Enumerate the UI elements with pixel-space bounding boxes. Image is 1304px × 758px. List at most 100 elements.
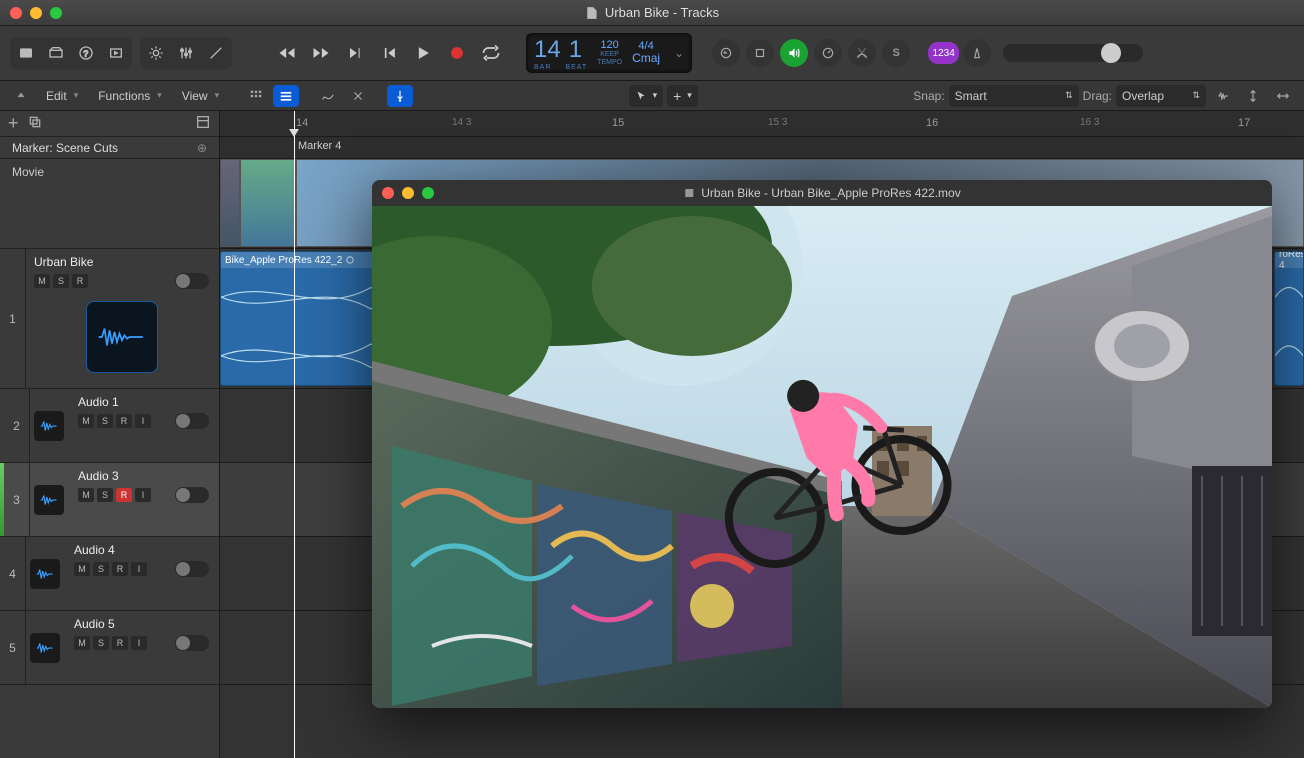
track-name[interactable]: Audio 4: [74, 543, 209, 557]
mute-button[interactable]: M: [34, 274, 50, 288]
add-tool-dropdown[interactable]: +▾: [667, 85, 698, 107]
flex-button[interactable]: [345, 85, 371, 107]
functions-menu[interactable]: Functions: [90, 85, 170, 107]
smart-controls-button[interactable]: [142, 39, 170, 67]
movie-window-titlebar[interactable]: Urban Bike - Urban Bike_Apple ProRes 422…: [372, 180, 1272, 206]
input-monitor-button[interactable]: I: [131, 636, 147, 650]
solo-button[interactable]: S: [97, 414, 113, 428]
replace-mode-button[interactable]: [712, 39, 740, 67]
movie-close-button[interactable]: [382, 187, 394, 199]
solo-button[interactable]: S: [97, 488, 113, 502]
lcd-display[interactable]: 14 1 BAR BEAT 120 KEEP TEMPO 4/4 Cmaj ⌄: [526, 33, 692, 73]
record-enable-button[interactable]: R: [72, 274, 88, 288]
track-name[interactable]: Audio 5: [74, 617, 209, 631]
track-icon[interactable]: [30, 559, 60, 589]
movie-zoom-button[interactable]: [422, 187, 434, 199]
global-tracks-button[interactable]: [195, 114, 211, 133]
marker-label[interactable]: Marker 4: [298, 140, 341, 152]
go-to-start-button[interactable]: [372, 38, 406, 68]
mute-button[interactable]: M: [74, 562, 90, 576]
view-menu[interactable]: View: [174, 85, 227, 107]
rewind-button[interactable]: [270, 38, 304, 68]
record-enable-button[interactable]: R: [112, 636, 128, 650]
track-toggle[interactable]: [175, 413, 209, 429]
track-header-1[interactable]: 1 Urban Bike M S R: [0, 249, 219, 389]
track-toggle[interactable]: [175, 561, 209, 577]
track-header-3[interactable]: 3 Audio 3 M S R I: [0, 463, 219, 537]
grid-view-button[interactable]: [243, 85, 269, 107]
track-name[interactable]: Urban Bike: [34, 255, 209, 269]
toolbar-button[interactable]: [102, 39, 130, 67]
catch-button[interactable]: [387, 85, 413, 107]
vertical-zoom-button[interactable]: [1240, 85, 1266, 107]
track-toggle[interactable]: [175, 487, 209, 503]
playhead[interactable]: [294, 111, 295, 758]
mute-button[interactable]: M: [78, 414, 94, 428]
solo-mode-button[interactable]: S: [882, 39, 910, 67]
waveform-zoom-button[interactable]: [1210, 85, 1236, 107]
lcd-dropdown-icon[interactable]: ⌄: [674, 46, 684, 60]
lcd-tempo-value[interactable]: 120: [600, 39, 618, 51]
master-volume-button[interactable]: [780, 39, 808, 67]
zoom-window-button[interactable]: [50, 7, 62, 19]
record-enable-button[interactable]: R: [112, 562, 128, 576]
record-enable-button[interactable]: R: [116, 414, 132, 428]
movie-track-header[interactable]: Movie: [0, 159, 219, 249]
track-toggle[interactable]: [175, 635, 209, 651]
cycle-button[interactable]: [474, 38, 508, 68]
tuner-button[interactable]: [814, 39, 842, 67]
close-window-button[interactable]: [10, 7, 22, 19]
low-latency-button[interactable]: [746, 39, 774, 67]
library-button[interactable]: [12, 39, 40, 67]
solo-button[interactable]: S: [93, 562, 109, 576]
lcd-bar-value[interactable]: 14: [534, 36, 561, 64]
mute-button[interactable]: M: [74, 636, 90, 650]
mixer-button[interactable]: [172, 39, 200, 67]
track-icon[interactable]: [34, 485, 64, 515]
add-track-button[interactable]: +: [8, 113, 19, 134]
input-monitor-button[interactable]: I: [131, 562, 147, 576]
movie-minimize-button[interactable]: [402, 187, 414, 199]
track-header-5[interactable]: 5 Audio 5 M S R I: [0, 611, 219, 685]
play-button[interactable]: [406, 38, 440, 68]
automation-button[interactable]: [315, 85, 341, 107]
track-name[interactable]: Audio 3: [78, 469, 209, 483]
forward-button[interactable]: [304, 38, 338, 68]
marker-track-header[interactable]: Marker: Scene Cuts ⊕: [0, 137, 219, 159]
input-monitor-button[interactable]: I: [135, 414, 151, 428]
metronome-button[interactable]: [963, 39, 991, 67]
lcd-beat-value[interactable]: 1: [569, 36, 582, 64]
inspector-button[interactable]: [42, 39, 70, 67]
up-arrow-button[interactable]: [8, 85, 34, 107]
record-enable-button[interactable]: R: [116, 488, 132, 502]
pointer-tool-dropdown[interactable]: ▾: [629, 85, 664, 107]
edit-menu[interactable]: Edit: [38, 85, 86, 107]
timeline-marker-lane[interactable]: Marker 4: [220, 137, 1304, 159]
mute-button[interactable]: M: [78, 488, 94, 502]
timeline-ruler[interactable]: 14 14 3 15 15 3 16 16 3 17: [220, 111, 1304, 137]
count-in-button[interactable]: [848, 39, 876, 67]
editor-button[interactable]: [202, 39, 230, 67]
count-display[interactable]: 1234: [928, 42, 959, 64]
help-button[interactable]: ?: [72, 39, 100, 67]
track-icon[interactable]: [86, 301, 158, 373]
minimize-window-button[interactable]: [30, 7, 42, 19]
record-button[interactable]: [440, 38, 474, 68]
solo-button[interactable]: S: [93, 636, 109, 650]
movie-window[interactable]: Urban Bike - Urban Bike_Apple ProRes 422…: [372, 180, 1272, 708]
track-toggle[interactable]: [175, 273, 209, 289]
horizontal-zoom-button[interactable]: [1270, 85, 1296, 107]
list-view-button[interactable]: [273, 85, 299, 107]
snap-dropdown[interactable]: Smart⇅: [949, 85, 1079, 107]
slider-knob[interactable]: [1101, 43, 1121, 63]
audio-region-2[interactable]: roRes 4: [1274, 251, 1304, 386]
track-icon[interactable]: [30, 633, 60, 663]
input-monitor-button[interactable]: I: [135, 488, 151, 502]
drag-dropdown[interactable]: Overlap⇅: [1116, 85, 1206, 107]
track-icon[interactable]: [34, 411, 64, 441]
solo-button[interactable]: S: [53, 274, 69, 288]
master-volume-slider[interactable]: [1003, 44, 1143, 62]
add-marker-button[interactable]: ⊕: [197, 141, 207, 155]
track-header-2[interactable]: 2 Audio 1 M S R I: [0, 389, 219, 463]
track-header-4[interactable]: 4 Audio 4 M S R I: [0, 537, 219, 611]
